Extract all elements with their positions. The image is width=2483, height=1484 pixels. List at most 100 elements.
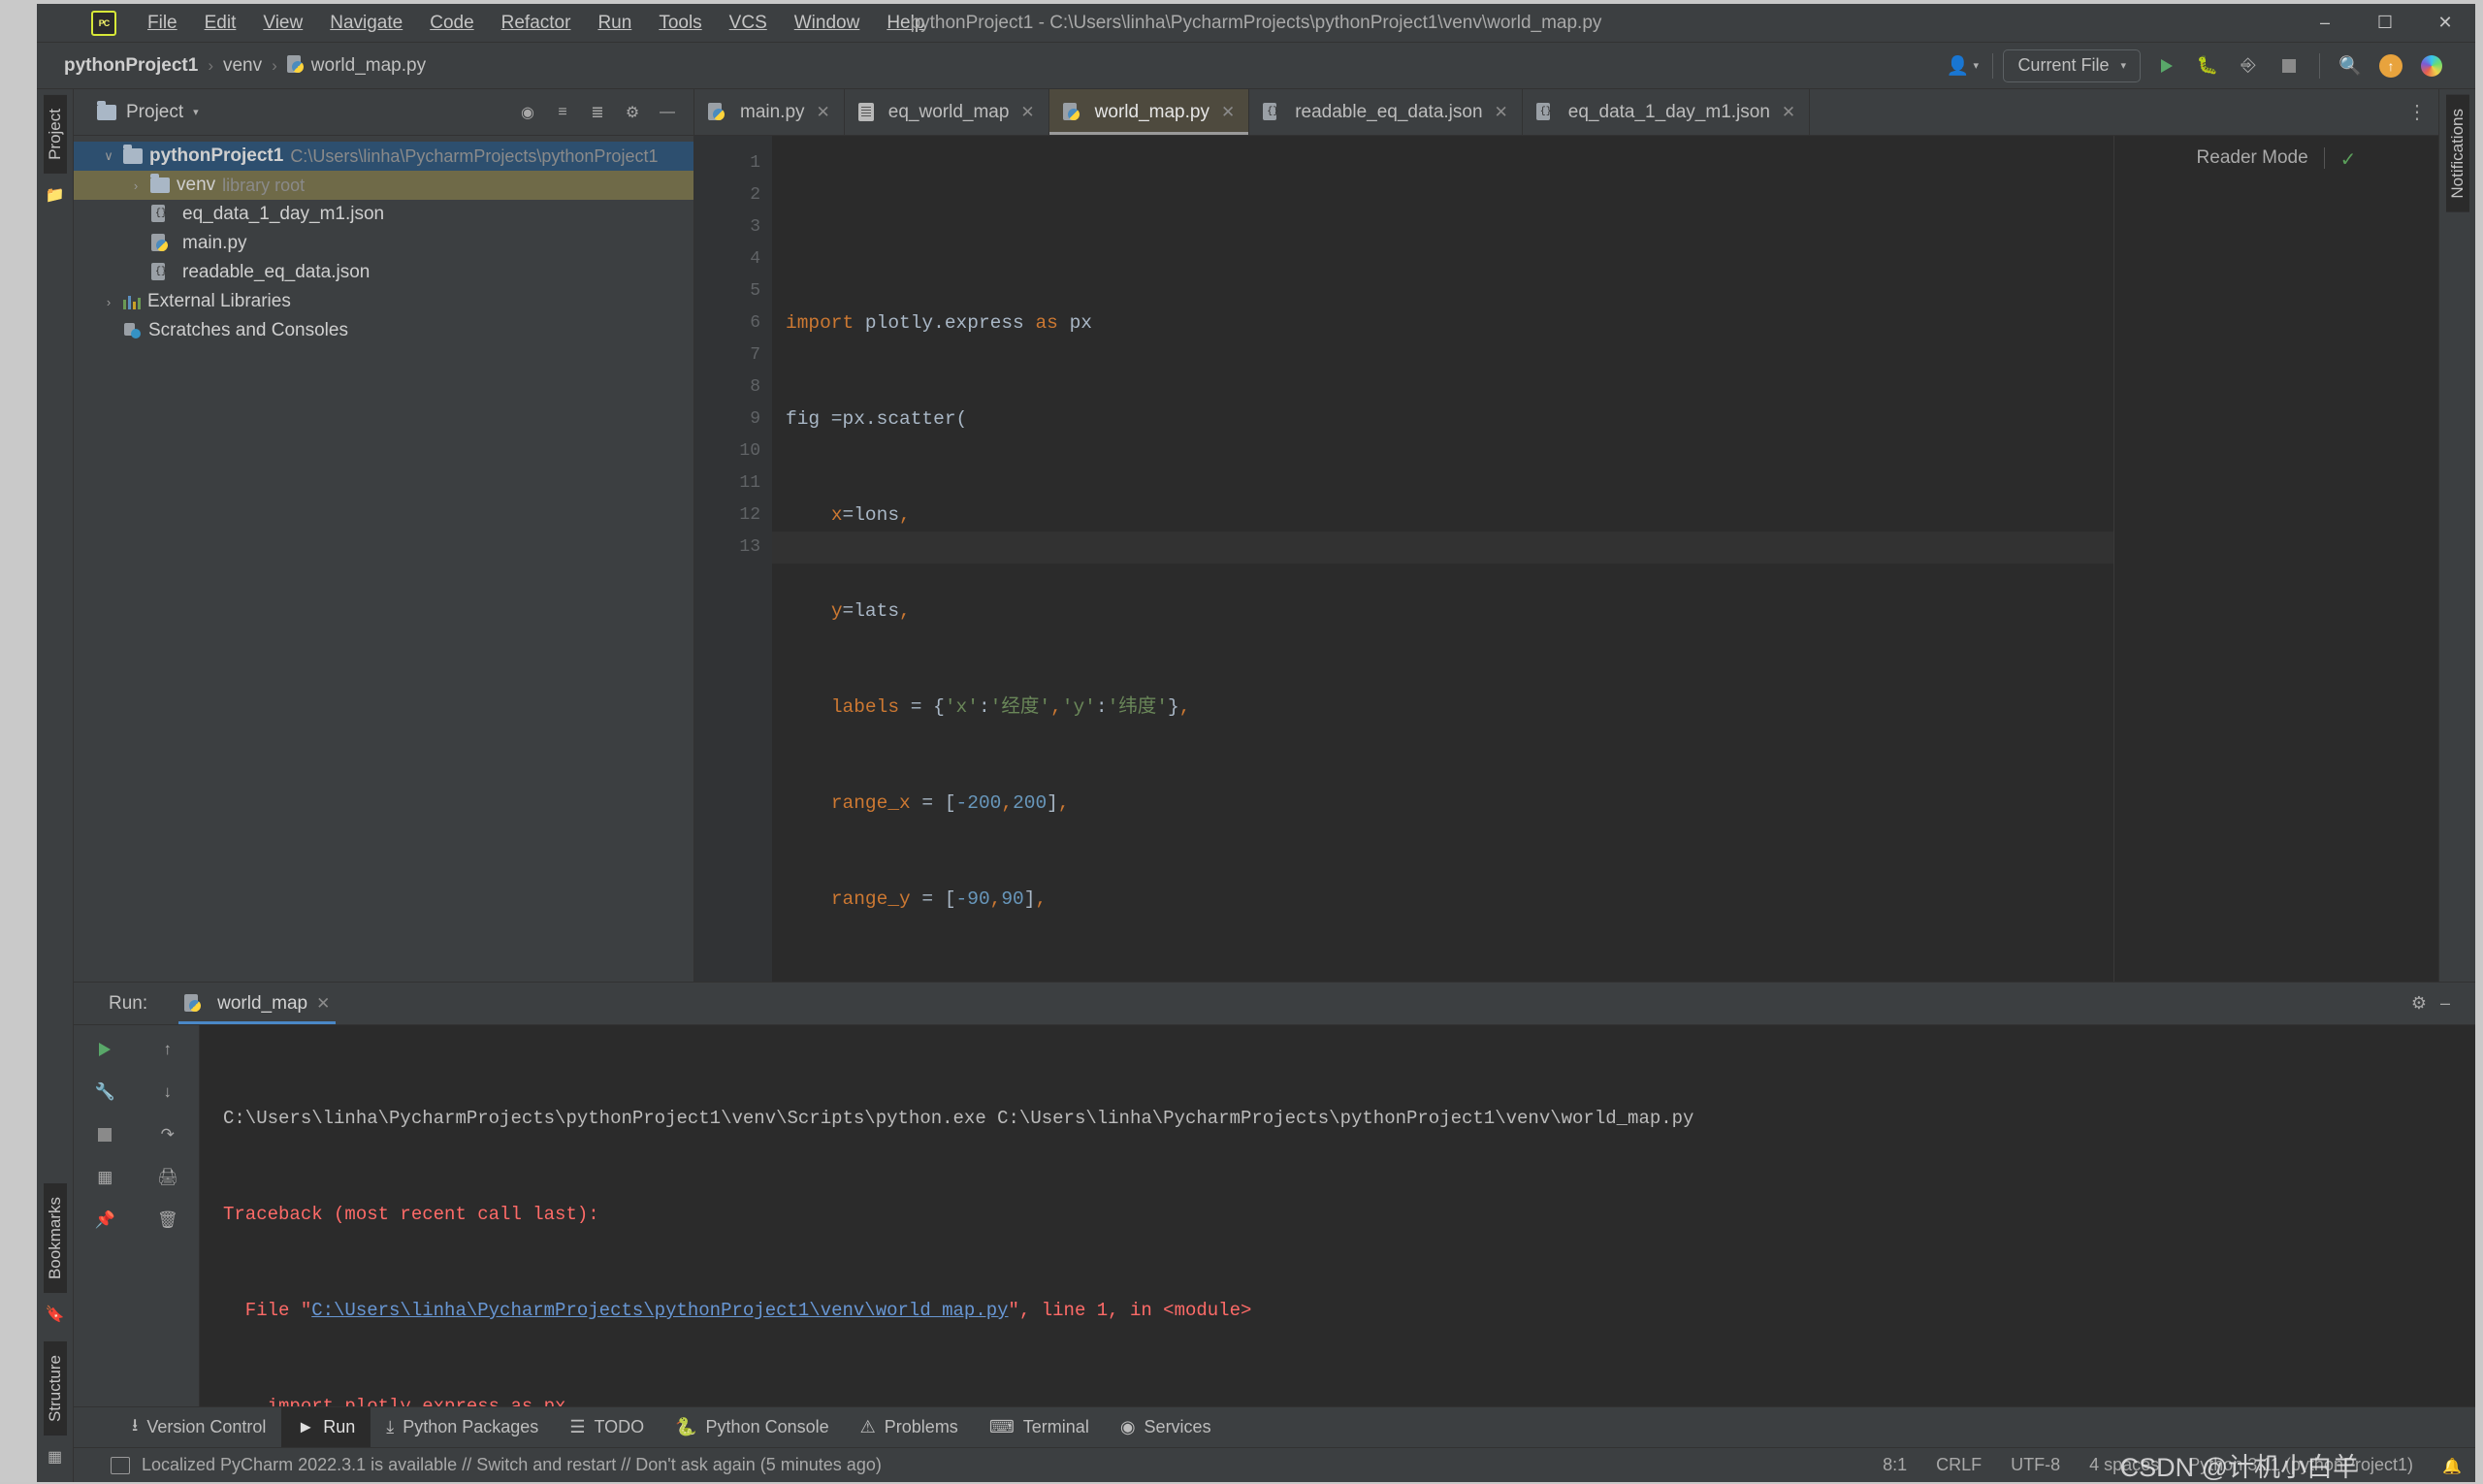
menu-item-code[interactable]: Code (416, 9, 487, 38)
clear-icon[interactable]: 🗑 (151, 1206, 184, 1235)
close-button[interactable]: ✕ (2415, 4, 2475, 43)
bottom-tab-run[interactable]: ► Run (281, 1407, 371, 1447)
editor-tab-main-py[interactable]: main.py ✕ (694, 89, 845, 135)
structure-icon[interactable]: ▦ (44, 1445, 67, 1468)
select-opened-file-icon[interactable]: ◉ (511, 97, 544, 128)
stop-icon[interactable] (88, 1120, 121, 1149)
bookmark-icon[interactable]: 🔖 (44, 1303, 67, 1326)
run-tab-world-map[interactable]: world_map ✕ (173, 983, 341, 1024)
user-icon[interactable]: 👤 ▾ (1942, 48, 1983, 84)
tree-node-pythonproject1[interactable]: ∨ pythonProject1 C:\Users\linha\PycharmP… (74, 142, 693, 171)
close-icon[interactable]: ✕ (1782, 103, 1795, 122)
editor-tab-eq-world-map[interactable]: eq_world_map ✕ (845, 89, 1049, 135)
scroll-up-icon[interactable]: ↑ (151, 1035, 184, 1064)
menu-item-navigate[interactable]: Navigate (316, 9, 416, 38)
pin-icon[interactable]: 📌 (88, 1206, 121, 1235)
settings-gear-icon[interactable]: ⚙ (2411, 993, 2427, 1014)
menu-label: Run (597, 12, 632, 33)
wrench-icon[interactable]: 🔧 (88, 1078, 121, 1107)
project-tool-window: Project ▾ ◉ ≡ ≣ ⚙ — ∨ pythonProject1 C:\… (74, 89, 694, 982)
bottom-tab-terminal[interactable]: ⌨ Terminal (974, 1407, 1105, 1447)
status-line-separator[interactable]: CRLF (1936, 1455, 1982, 1475)
chevron-right-icon[interactable]: › (101, 295, 116, 309)
soft-wrap-icon[interactable]: ↷ (151, 1120, 184, 1149)
layout-icon[interactable]: ▦ (88, 1163, 121, 1192)
console-file-link[interactable]: C:\Users\linha\PycharmProjects\pythonPro… (311, 1300, 1008, 1321)
breadcrumb-project[interactable]: pythonProject1 (56, 53, 206, 79)
bell-icon[interactable]: 🔔 (2442, 1457, 2462, 1475)
tree-node-eq-data-json[interactable]: eq_data_1_day_m1.json (74, 200, 693, 229)
expand-all-icon[interactable]: ≡ (546, 97, 579, 128)
debug-icon[interactable]: 🐛 (2187, 48, 2228, 84)
bottom-tab-label: Python Console (705, 1417, 829, 1436)
status-caret-position[interactable]: 8:1 (1883, 1455, 1907, 1475)
menu-item-vcs[interactable]: VCS (716, 9, 781, 38)
settings-gear-icon[interactable]: ⚙ (616, 97, 649, 128)
ide-services-icon[interactable] (2411, 48, 2452, 84)
sidebar-item-project[interactable]: Project (43, 95, 67, 174)
breadcrumb-folder[interactable]: venv (215, 53, 270, 79)
editor-tab-world-map-py[interactable]: world_map.py ✕ (1048, 89, 1250, 135)
scroll-down-icon[interactable]: ↓ (151, 1078, 184, 1107)
stop-icon[interactable] (2269, 48, 2309, 84)
menu-item-run[interactable]: Run (584, 9, 645, 38)
search-icon[interactable]: 🔍 (2330, 48, 2370, 84)
close-icon[interactable]: ✕ (316, 994, 330, 1014)
close-icon[interactable]: ✕ (1221, 103, 1235, 122)
tree-node-venv[interactable]: › venv library root (74, 171, 693, 200)
tree-node-main-py[interactable]: main.py (74, 229, 693, 258)
menu-item-tools[interactable]: Tools (645, 9, 715, 38)
chevron-down-icon[interactable]: ∨ (101, 148, 116, 164)
bottom-tab-version-control[interactable]: ⭳ Version Control (116, 1407, 281, 1447)
rerun-icon[interactable] (88, 1035, 121, 1064)
status-encoding[interactable]: UTF-8 (2011, 1455, 2060, 1475)
sidebar-item-structure[interactable]: Structure (43, 1341, 67, 1436)
code-text-area[interactable]: import plotly.express as px fig =px.scat… (772, 136, 2438, 982)
check-icon[interactable]: ✓ (2340, 147, 2357, 172)
run-with-coverage-icon[interactable]: ⎆ (2228, 48, 2269, 84)
project-tree: ∨ pythonProject1 C:\Users\linha\PycharmP… (74, 136, 693, 345)
minimize-button[interactable]: – (2295, 4, 2355, 43)
status-interpreter[interactable]: Python 3.11 (pythonProject1) (2188, 1455, 2413, 1475)
menu-item-file[interactable]: File (134, 9, 191, 38)
bottom-tab-python-packages[interactable]: ⤓ Python Packages (371, 1407, 554, 1447)
run-icon[interactable] (2146, 48, 2187, 84)
close-icon[interactable]: ✕ (1020, 103, 1034, 122)
editor-tab-readable-eq-data-json[interactable]: readable_eq_data.json ✕ (1249, 89, 1523, 135)
sidebar-item-bookmarks[interactable]: Bookmarks (43, 1182, 67, 1294)
status-indent[interactable]: 4 spaces (2089, 1455, 2159, 1475)
menu-item-refactor[interactable]: Refactor (488, 9, 585, 38)
print-icon[interactable]: 🖨 (151, 1163, 184, 1192)
project-panel-title-group[interactable]: Project ▾ (83, 100, 199, 123)
menu-item-window[interactable]: Window (781, 9, 874, 38)
console-output[interactable]: C:\Users\linha\PycharmProjects\pythonPro… (200, 1025, 2475, 1406)
menu-item-help[interactable]: Help (873, 9, 938, 38)
chevron-right-icon[interactable]: › (128, 178, 144, 193)
hide-panel-icon[interactable]: – (2440, 993, 2450, 1014)
close-icon[interactable]: ✕ (817, 103, 830, 122)
tree-node-scratches-consoles[interactable]: Scratches and Consoles (74, 316, 693, 345)
reader-mode-label: Reader Mode (2196, 147, 2308, 168)
tree-node-readable-eq-json[interactable]: readable_eq_data.json (74, 258, 693, 287)
update-icon[interactable]: ↑ (2370, 48, 2411, 84)
run-configuration-selector[interactable]: Current File ▾ (2003, 48, 2141, 82)
menu-item-view[interactable]: View (249, 9, 316, 38)
menu-item-edit[interactable]: Edit (191, 9, 250, 38)
bottom-tab-python-console[interactable]: 🐍 Python Console (660, 1407, 845, 1447)
tree-node-label: readable_eq_data.json (182, 262, 371, 282)
editor-tabs-more-icon[interactable]: ⋮ (2407, 89, 2438, 135)
hide-panel-icon[interactable]: — (651, 97, 684, 128)
bottom-tab-problems[interactable]: ⚠ Problems (845, 1407, 974, 1447)
tree-node-external-libraries[interactable]: › External Libraries (74, 287, 693, 316)
bottom-tab-todo[interactable]: ☰ TODO (554, 1407, 660, 1447)
breadcrumb-file[interactable]: world_map.py (279, 53, 434, 79)
maximize-button[interactable]: ☐ (2355, 4, 2415, 43)
sidebar-item-notifications[interactable]: Notifications (2445, 95, 2469, 212)
close-icon[interactable]: ✕ (1495, 103, 1508, 122)
folder-icon[interactable]: 📁 (44, 183, 67, 207)
editor-tab-eq-data-1-day-m1-json[interactable]: eq_data_1_day_m1.json ✕ (1523, 89, 1811, 135)
status-bar-message-group[interactable]: Localized PyCharm 2022.3.1 is available … (111, 1455, 882, 1475)
bottom-tab-services[interactable]: ◉ Services (1105, 1407, 1227, 1447)
content-area: Project ▾ ◉ ≡ ≣ ⚙ — ∨ pythonProject1 C:\… (74, 89, 2475, 1482)
collapse-all-icon[interactable]: ≣ (581, 97, 614, 128)
